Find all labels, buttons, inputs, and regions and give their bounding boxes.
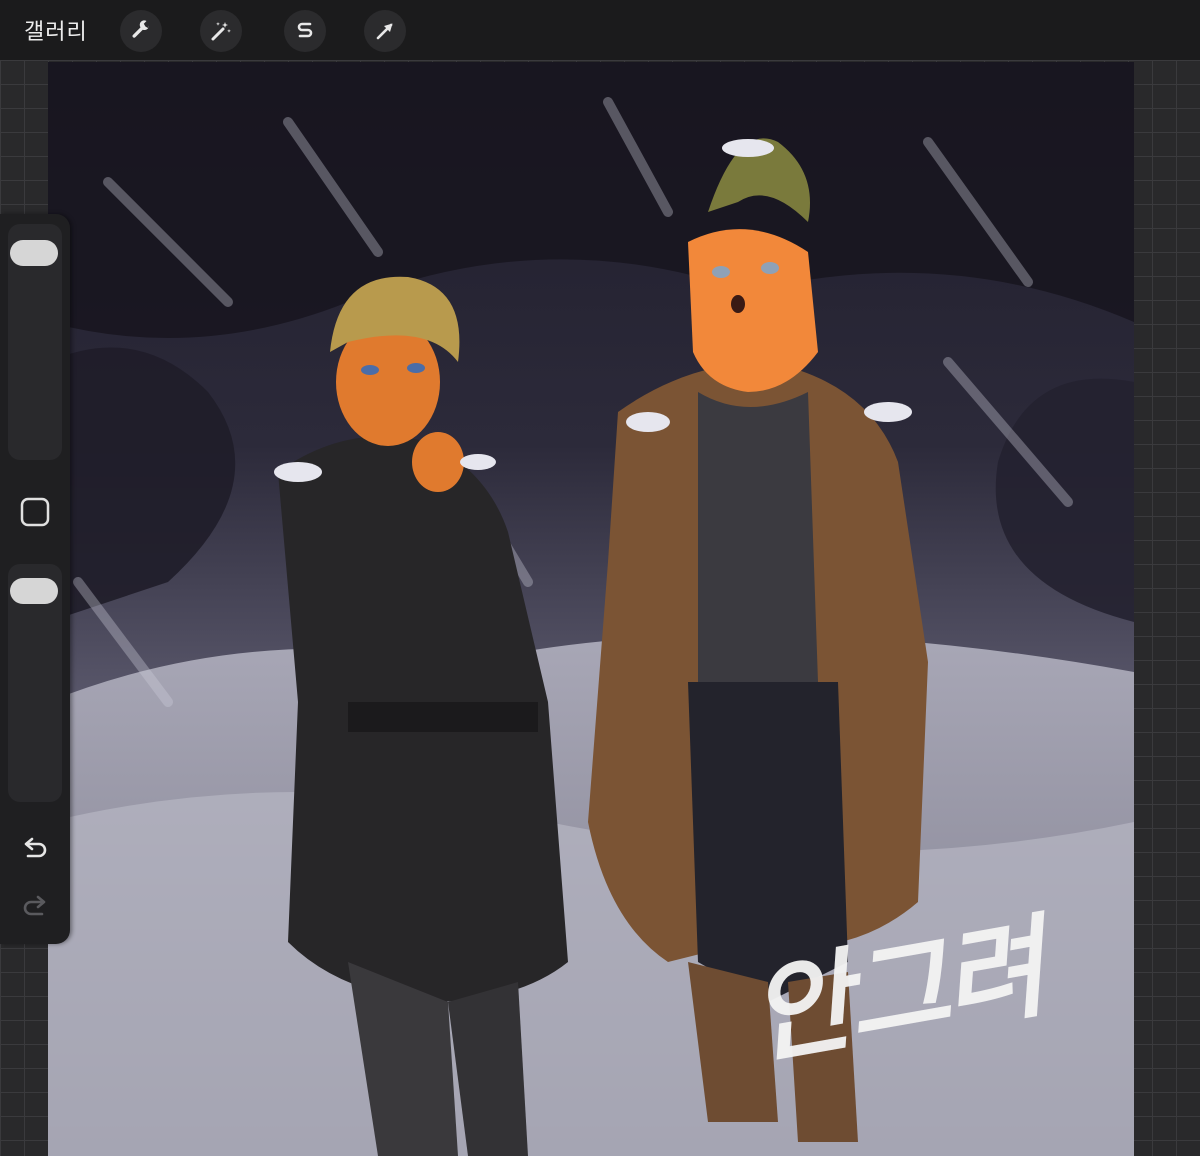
adjustments-button[interactable] bbox=[200, 10, 242, 52]
left-sidebar bbox=[0, 214, 70, 944]
gallery-button[interactable]: 갤러리 bbox=[24, 14, 88, 46]
actions-button[interactable] bbox=[120, 10, 162, 52]
modify-button[interactable] bbox=[17, 494, 53, 530]
opacity-slider[interactable] bbox=[8, 564, 62, 802]
brush-size-slider[interactable] bbox=[8, 224, 62, 460]
wrench-icon bbox=[132, 20, 150, 38]
transform-arrow-icon bbox=[376, 23, 393, 40]
magic-wand-icon bbox=[211, 22, 231, 41]
undo-icon bbox=[24, 837, 47, 858]
selection-s-icon bbox=[297, 22, 313, 38]
top-toolbar: 갤러리 bbox=[0, 0, 1200, 60]
redo-button[interactable] bbox=[17, 890, 53, 926]
opacity-handle[interactable] bbox=[10, 578, 58, 605]
selection-button[interactable] bbox=[284, 10, 326, 52]
redo-icon bbox=[23, 895, 46, 916]
undo-button[interactable] bbox=[17, 832, 53, 868]
brush-size-handle[interactable] bbox=[10, 240, 58, 267]
square-icon bbox=[20, 497, 50, 527]
drawing-canvas[interactable]: 안그려 bbox=[48, 62, 1134, 1156]
transform-button[interactable] bbox=[364, 10, 406, 52]
